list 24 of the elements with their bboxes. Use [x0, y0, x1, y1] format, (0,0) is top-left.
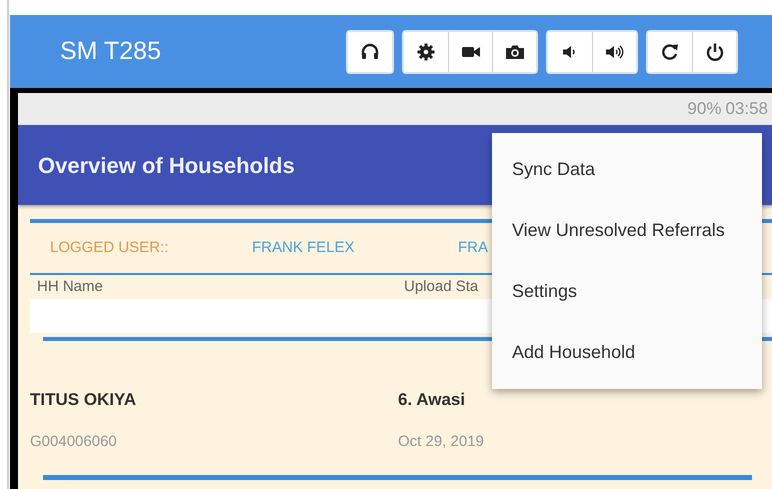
camera-button[interactable] — [492, 32, 536, 72]
status-time: 03:58 — [725, 98, 768, 120]
village-name: 6. Awasi — [398, 389, 466, 411]
user-label: LOGGED USER:: — [50, 238, 170, 258]
menu-item[interactable]: Add Household — [492, 322, 762, 383]
user-name: FRA — [458, 238, 489, 258]
user-name: FRANK FELEX — [252, 238, 356, 258]
column-header: Upload Sta — [404, 276, 478, 297]
battery-level: 90% — [687, 98, 722, 120]
upload-date: Oct 29, 2019 — [398, 432, 484, 452]
menu-item[interactable]: Settings — [492, 261, 762, 322]
power-button[interactable] — [692, 32, 736, 72]
menu-item[interactable]: Sync Data — [492, 139, 762, 200]
menu-item[interactable]: View Unresolved Referrals — [492, 200, 762, 261]
app-title: Overview of Households — [38, 152, 295, 180]
headphones-icon — [360, 42, 380, 62]
column-header: HH Name — [37, 276, 104, 297]
volume-up-button[interactable] — [592, 32, 636, 72]
rotate-icon — [660, 42, 680, 62]
device-title: SM T285 — [60, 36, 162, 67]
power-icon — [704, 42, 724, 62]
household-name: TITUS OKIYA — [30, 389, 138, 411]
gear-icon — [416, 42, 436, 62]
household-id: G004006060 — [30, 432, 118, 452]
